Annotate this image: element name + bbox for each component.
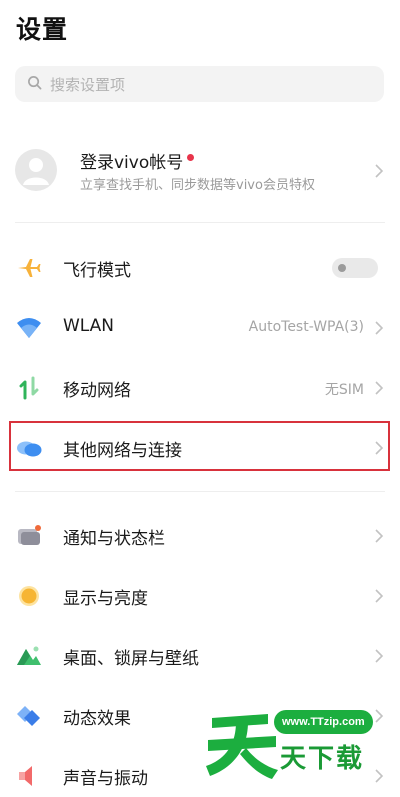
account-subtitle: 立享查找手机、同步数据等vivo会员特权 xyxy=(80,178,315,193)
notification-icon xyxy=(18,525,41,545)
chevron-right-icon xyxy=(375,321,384,335)
watermark-url: www.TTzip.com xyxy=(274,710,373,734)
sim-status: 无SIM xyxy=(324,382,364,398)
wlan-network-name: AutoTest-WPA(3) xyxy=(248,319,364,335)
settings-row-airplane[interactable]: 飞行模式 xyxy=(0,241,400,295)
chevron-right-icon xyxy=(375,649,384,663)
effects-icon xyxy=(17,706,40,726)
watermark-logo-icon xyxy=(206,714,278,779)
airplane-toggle[interactable] xyxy=(332,258,378,278)
watermark: www.TTzip.com 天下载 xyxy=(200,700,395,797)
row-label: 动态效果 xyxy=(63,709,131,729)
account-name-line: 登录vivo帐号 xyxy=(80,148,195,173)
row-label: 显示与亮度 xyxy=(63,589,148,609)
wifi-icon xyxy=(17,318,41,338)
row-label: 桌面、锁屏与壁纸 xyxy=(63,649,199,669)
row-label: 飞行模式 xyxy=(63,261,131,281)
row-label: 移动网络 xyxy=(63,381,131,401)
wallpaper-icon xyxy=(17,646,41,665)
search-placeholder: 搜索设置项 xyxy=(50,75,126,94)
sound-icon xyxy=(19,766,32,786)
page-title: 设置 xyxy=(16,15,69,44)
chevron-right-icon xyxy=(375,529,384,543)
row-label: 声音与振动 xyxy=(63,769,148,789)
settings-row-display[interactable]: 显示与亮度 xyxy=(0,569,400,623)
chevron-right-icon xyxy=(375,589,384,603)
toggle-knob xyxy=(338,264,346,272)
watermark-text: 天下载 xyxy=(280,744,365,774)
row-label: 通知与状态栏 xyxy=(63,529,165,549)
settings-row-mobile-network[interactable]: 移动网络 无SIM xyxy=(0,361,400,415)
account-login-row[interactable]: 登录vivo帐号 立享查找手机、同步数据等vivo会员特权 xyxy=(0,140,400,204)
notification-dot xyxy=(187,154,195,161)
divider xyxy=(15,491,385,492)
search-icon xyxy=(27,75,42,94)
chevron-right-icon xyxy=(375,381,384,395)
divider xyxy=(15,222,385,223)
account-name: 登录vivo帐号 xyxy=(80,153,184,173)
settings-row-wallpaper[interactable]: 桌面、锁屏与壁纸 xyxy=(0,629,400,683)
search-input[interactable]: 搜索设置项 xyxy=(15,66,384,102)
chevron-right-icon xyxy=(375,164,384,178)
settings-row-wlan[interactable]: WLAN AutoTest-WPA(3) xyxy=(0,301,400,355)
airplane-icon xyxy=(18,259,41,277)
brightness-icon xyxy=(19,586,39,606)
highlight-box xyxy=(9,421,390,471)
row-label: WLAN xyxy=(63,316,115,336)
avatar xyxy=(15,149,57,191)
settings-row-notifications[interactable]: 通知与状态栏 xyxy=(0,509,400,563)
mobile-data-icon xyxy=(19,376,39,400)
